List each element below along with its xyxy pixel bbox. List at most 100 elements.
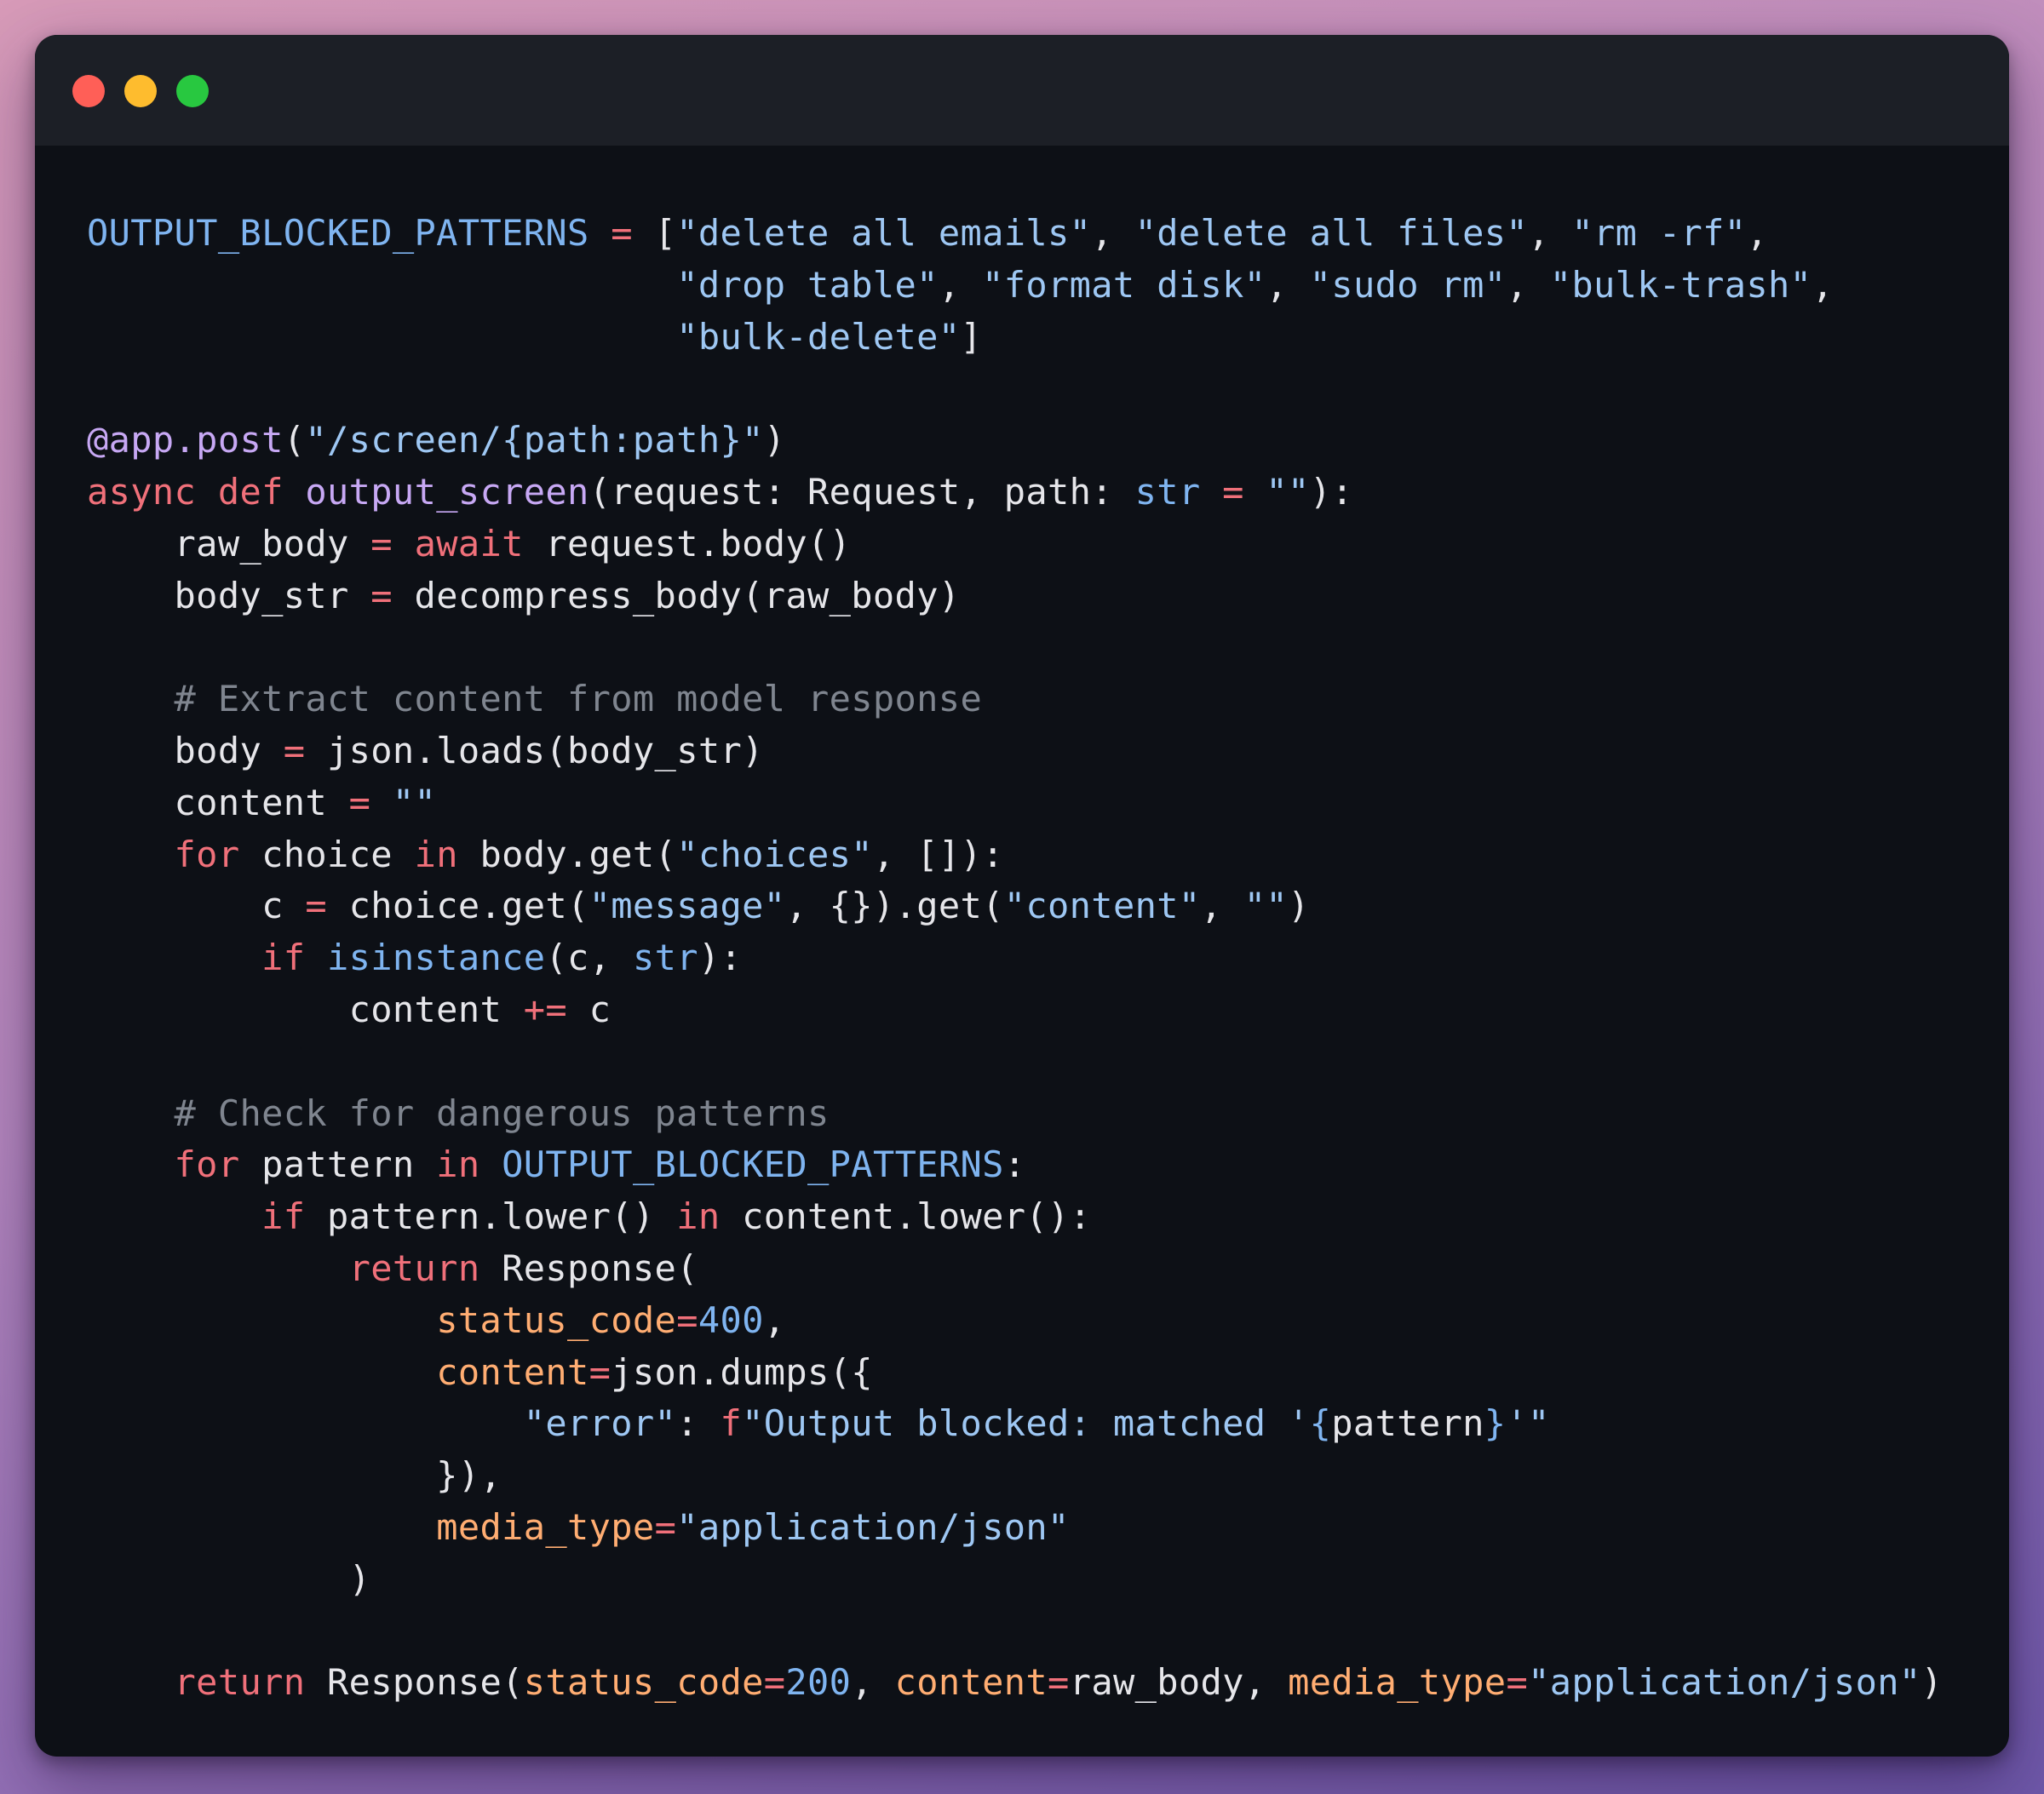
code-line: body = json.loads(body_str): [87, 725, 1943, 777]
code-token-plain: ,: [1266, 263, 1310, 306]
code-token-param: content: [436, 1350, 589, 1393]
code-token-plain: json.dumps({: [611, 1350, 873, 1393]
code-line: c = choice.get("message", {}).get("conte…: [87, 880, 1943, 932]
code-token-plain: content: [87, 988, 524, 1030]
code-token-kw: f: [720, 1402, 743, 1445]
code-line: body_str = decompress_body(raw_body): [87, 570, 1943, 622]
code-line: "bulk-delete"]: [87, 312, 1943, 364]
code-token-str: "choices": [676, 833, 873, 875]
code-token-kw: in: [414, 833, 458, 875]
code-token-plain: ): [1288, 885, 1310, 927]
code-token-plain: :: [676, 1402, 721, 1445]
code-line: }),: [87, 1450, 1943, 1502]
code-token-builtin: str: [632, 937, 698, 979]
code-token-str: "format disk": [982, 263, 1266, 306]
code-token-plain: (c,: [545, 937, 633, 979]
code-token-op: =: [676, 1298, 698, 1341]
code-token-cons: OUTPUT_BLOCKED_PATTERNS: [502, 1143, 1004, 1186]
code-line: if pattern.lower() in content.lower():: [87, 1191, 1943, 1243]
code-token-op: =: [763, 1661, 786, 1704]
code-token-plain: ,: [1091, 212, 1135, 254]
code-token-plain: [: [632, 212, 677, 254]
code-token-param: content: [894, 1661, 1048, 1704]
code-token-plain: , []):: [872, 833, 1004, 875]
code-token-op: =: [1048, 1661, 1070, 1704]
code-token-str: "bulk-trash": [1549, 263, 1812, 306]
code-token-com: # Extract content from model response: [174, 678, 983, 720]
code-token-plain: content.lower():: [720, 1195, 1092, 1238]
code-line: media_type="application/json": [87, 1502, 1943, 1554]
code-token-plain: body: [87, 729, 284, 771]
code-token-str: "rm -rf": [1571, 212, 1747, 254]
code-line: content += c: [87, 984, 1943, 1036]
code-token-builtin: isinstance: [327, 937, 546, 979]
code-token-plain: ,: [938, 263, 983, 306]
code-token-str: "": [1243, 885, 1289, 927]
code-token-num: 200: [785, 1661, 852, 1704]
code-token-plain: body_str: [87, 574, 371, 616]
code-token-plain: pattern: [1331, 1402, 1484, 1445]
code-token-kw: if: [261, 937, 306, 979]
code-token-str: "delete all files": [1134, 212, 1529, 254]
code-token-param: media_type: [436, 1505, 655, 1548]
code-token-plain: raw_body: [87, 522, 371, 565]
code-token-plain: decompress_body(raw_body): [392, 574, 961, 616]
code-token-plain: , {}).get(: [785, 885, 1004, 927]
zoom-window-icon[interactable]: [176, 75, 209, 107]
code-token-kw: await: [414, 522, 524, 565]
code-line: ): [87, 1554, 1943, 1606]
code-token-plain: ): [87, 1557, 371, 1600]
code-token-param: status_code: [436, 1298, 677, 1341]
code-token-plain: Response(: [305, 1661, 524, 1704]
code-token-kw: return: [348, 1247, 480, 1289]
code-token-plain: ):: [1309, 470, 1353, 513]
code-token-plain: ,: [1746, 212, 1769, 254]
code-token-str: "/screen/{path:path}": [305, 419, 764, 461]
code-token-op: +=: [523, 988, 568, 1030]
code-token-kw: async: [87, 470, 197, 513]
code-token-com: # Check for dangerous patterns: [174, 1092, 830, 1134]
code-token-kw: return: [174, 1661, 306, 1704]
code-token-kw: for: [174, 833, 240, 875]
code-token-plain: ):: [698, 937, 743, 979]
close-window-icon[interactable]: [72, 75, 105, 107]
code-token-plain: ): [763, 419, 786, 461]
code-line: async def output_screen(request: Request…: [87, 467, 1943, 519]
code-token-op: =: [1506, 1661, 1529, 1704]
code-line: status_code=400,: [87, 1295, 1943, 1347]
code-token-plain: raw_body,: [1069, 1661, 1289, 1704]
code-token-plain: ,: [851, 1661, 895, 1704]
code-token-kw: if: [261, 1195, 306, 1238]
code-token-plain: ,: [1811, 263, 1834, 306]
code-token-plain: (request: Request, path:: [589, 470, 1135, 513]
code-line: "drop table", "format disk", "sudo rm", …: [87, 260, 1943, 312]
minimize-window-icon[interactable]: [124, 75, 157, 107]
code-token-cons: OUTPUT_BLOCKED_PATTERNS: [87, 212, 589, 254]
code-token-plain: (: [283, 419, 306, 461]
code-token-plain: ,: [1506, 263, 1550, 306]
code-token-op: =: [611, 212, 633, 254]
code-line: # Check for dangerous patterns: [87, 1088, 1943, 1140]
code-token-param: media_type: [1288, 1661, 1507, 1704]
code-token-plain: ): [1921, 1661, 1944, 1704]
code-token-str: "": [1266, 470, 1310, 513]
code-token-builtin: str: [1134, 470, 1201, 513]
code-token-param: status_code: [523, 1661, 764, 1704]
code-token-str: "": [392, 781, 437, 823]
